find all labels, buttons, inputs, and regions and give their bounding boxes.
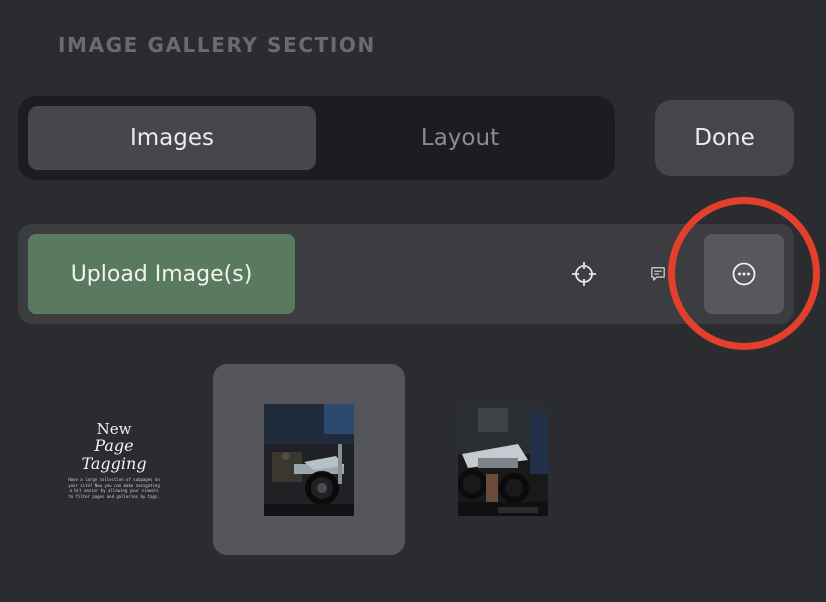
done-button[interactable]: Done (655, 100, 794, 176)
gallery-item[interactable] (458, 404, 548, 516)
card-title-line2: Page Tagging (81, 436, 147, 473)
tab-images[interactable]: Images (28, 106, 316, 170)
motorcycle-photo (264, 404, 354, 516)
comment-icon[interactable] (636, 248, 666, 300)
card-title-line1: New (96, 420, 132, 438)
tab-layout[interactable]: Layout (316, 106, 604, 170)
image-gallery-panel: IMAGE GALLERY SECTION Images Layout Done… (0, 0, 826, 602)
card-body-text: Have a large collection of subpages on y… (68, 477, 160, 499)
tab-switcher: Images Layout (18, 96, 615, 180)
gallery-item-text-card[interactable]: New Page Tagging Have a large collection… (64, 404, 164, 516)
section-title: IMAGE GALLERY SECTION (58, 33, 376, 57)
gallery-item-selected[interactable] (213, 364, 405, 555)
motorcycle-photo (458, 404, 548, 516)
upload-images-button[interactable]: Upload Image(s) (28, 234, 295, 314)
crosshair-icon[interactable] (558, 248, 610, 300)
highlight-circle-annotation (668, 197, 820, 350)
